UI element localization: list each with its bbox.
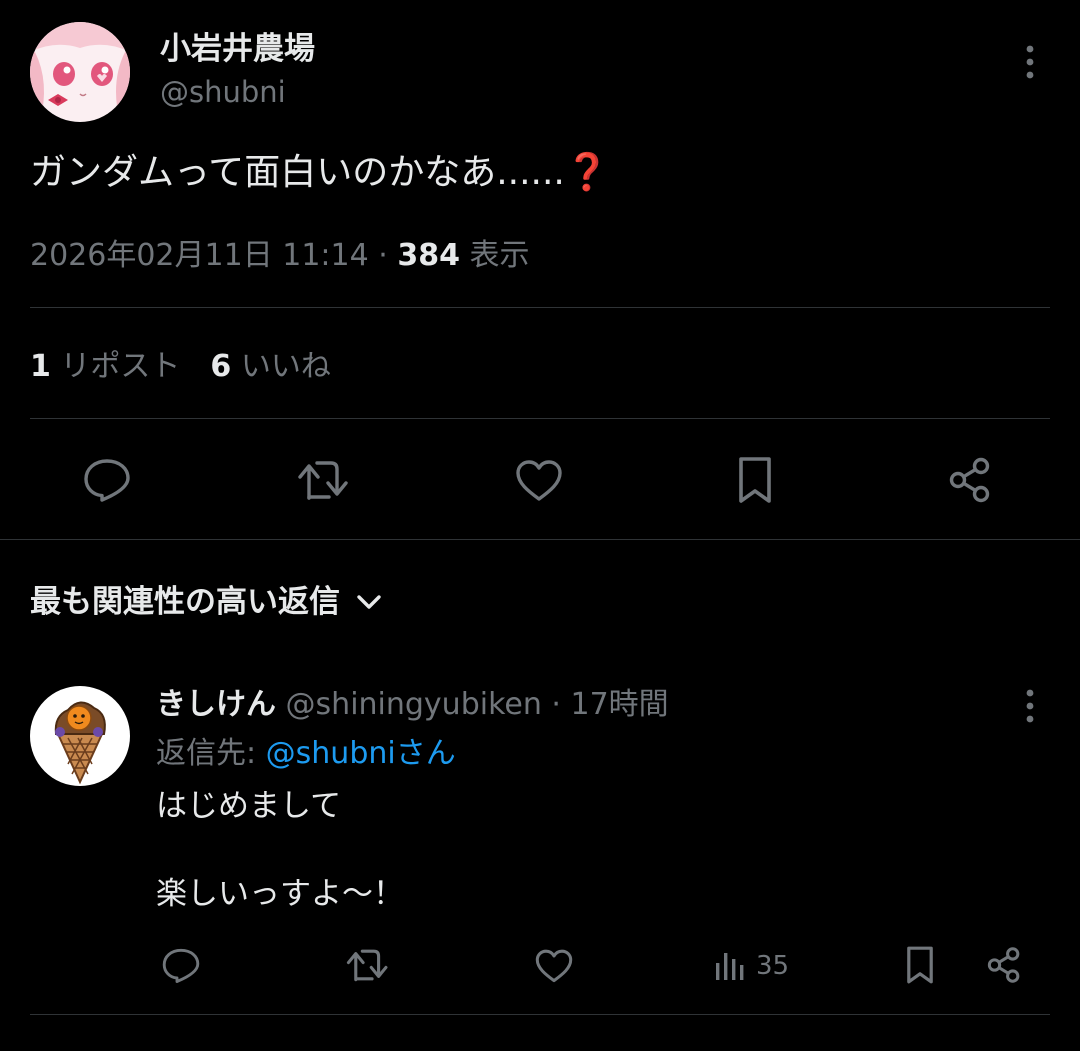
divider: [30, 307, 1050, 308]
reply-text-line: 楽しいっすよ〜！: [156, 876, 404, 912]
bookmark-icon: [907, 946, 933, 984]
views-bar-chart-icon: [716, 953, 744, 980]
heart-icon: [516, 460, 562, 501]
views-label: 表示: [469, 238, 530, 273]
reposts-label: リポスト: [60, 349, 181, 384]
question-mark-emoji: ❓: [564, 152, 610, 193]
chevron-down-icon: [357, 595, 381, 609]
more-vertical-icon: [1026, 45, 1034, 79]
like-button[interactable]: [509, 450, 569, 510]
heart-icon: [535, 949, 573, 982]
reply-bookmark-button[interactable]: [895, 940, 945, 990]
reply-icon: [84, 459, 130, 502]
author-avatar[interactable]: [30, 22, 130, 122]
reply-views-count: 35: [756, 951, 790, 981]
repost-icon: [346, 949, 388, 982]
reply-separator: ·: [551, 687, 561, 722]
author-handle[interactable]: @shubni: [160, 72, 286, 112]
engagement-stats: 1 リポスト 6 いいね: [30, 345, 331, 389]
reply-button[interactable]: [77, 450, 137, 510]
share-button[interactable]: [940, 450, 1000, 510]
reply-share-button[interactable]: [979, 940, 1029, 990]
reposts-stat[interactable]: 1 リポスト: [30, 349, 180, 384]
reply-to-line: 返信先: @shubniさん: [156, 733, 456, 775]
repost-button[interactable]: [294, 450, 354, 510]
reply-header: きしけん @shiningyubiken · 17時間: [156, 684, 669, 726]
reply-views-button[interactable]: 35: [714, 944, 789, 988]
bookmark-button[interactable]: [725, 450, 785, 510]
views-count: 384: [397, 238, 460, 273]
likes-label: いいね: [240, 349, 331, 384]
divider: [30, 418, 1050, 419]
reply-time[interactable]: 17時間: [571, 687, 669, 722]
reply-to-label: 返信先:: [156, 736, 266, 771]
divider: [30, 1014, 1050, 1015]
reply-more-options-button[interactable]: [1010, 686, 1050, 726]
tweet-meta: 2026年02月11日 11:14 · 384 表示: [30, 234, 530, 278]
reply-handle[interactable]: @shiningyubiken: [286, 687, 542, 722]
reply-reply-button[interactable]: [156, 940, 206, 990]
meta-separator: ·: [378, 238, 388, 273]
author-display-name[interactable]: 小岩井農場: [160, 28, 315, 70]
reply-icon: [162, 948, 200, 983]
share-icon: [949, 457, 990, 503]
reply-author-avatar[interactable]: [30, 686, 130, 786]
more-options-button[interactable]: [1010, 42, 1050, 82]
share-icon: [987, 947, 1020, 983]
reply-text-line: はじめまして: [156, 788, 342, 824]
reply-display-name[interactable]: きしけん: [156, 687, 276, 722]
likes-stat[interactable]: 6 いいね: [210, 349, 330, 384]
more-vertical-icon: [1026, 689, 1034, 723]
section-divider: [0, 539, 1080, 540]
tweet-text-body: ガンダムって面白いのかなあ......: [30, 152, 565, 193]
repost-icon: [298, 461, 348, 500]
reposts-count: 1: [30, 349, 51, 384]
tweet-timestamp[interactable]: 2026年02月11日 11:14: [30, 238, 369, 273]
reply-repost-button[interactable]: [343, 940, 393, 990]
likes-count: 6: [210, 349, 232, 384]
reply-sort-dropdown[interactable]: 最も関連性の高い返信: [30, 580, 382, 624]
bookmark-icon: [739, 457, 771, 503]
reply-like-button[interactable]: [529, 940, 579, 990]
reply-sort-label: 最も関連性の高い返信: [30, 584, 340, 620]
tweet-text: ガンダムって面白いのかなあ......❓: [30, 148, 610, 198]
reply-to-mention[interactable]: @shubniさん: [266, 736, 456, 771]
